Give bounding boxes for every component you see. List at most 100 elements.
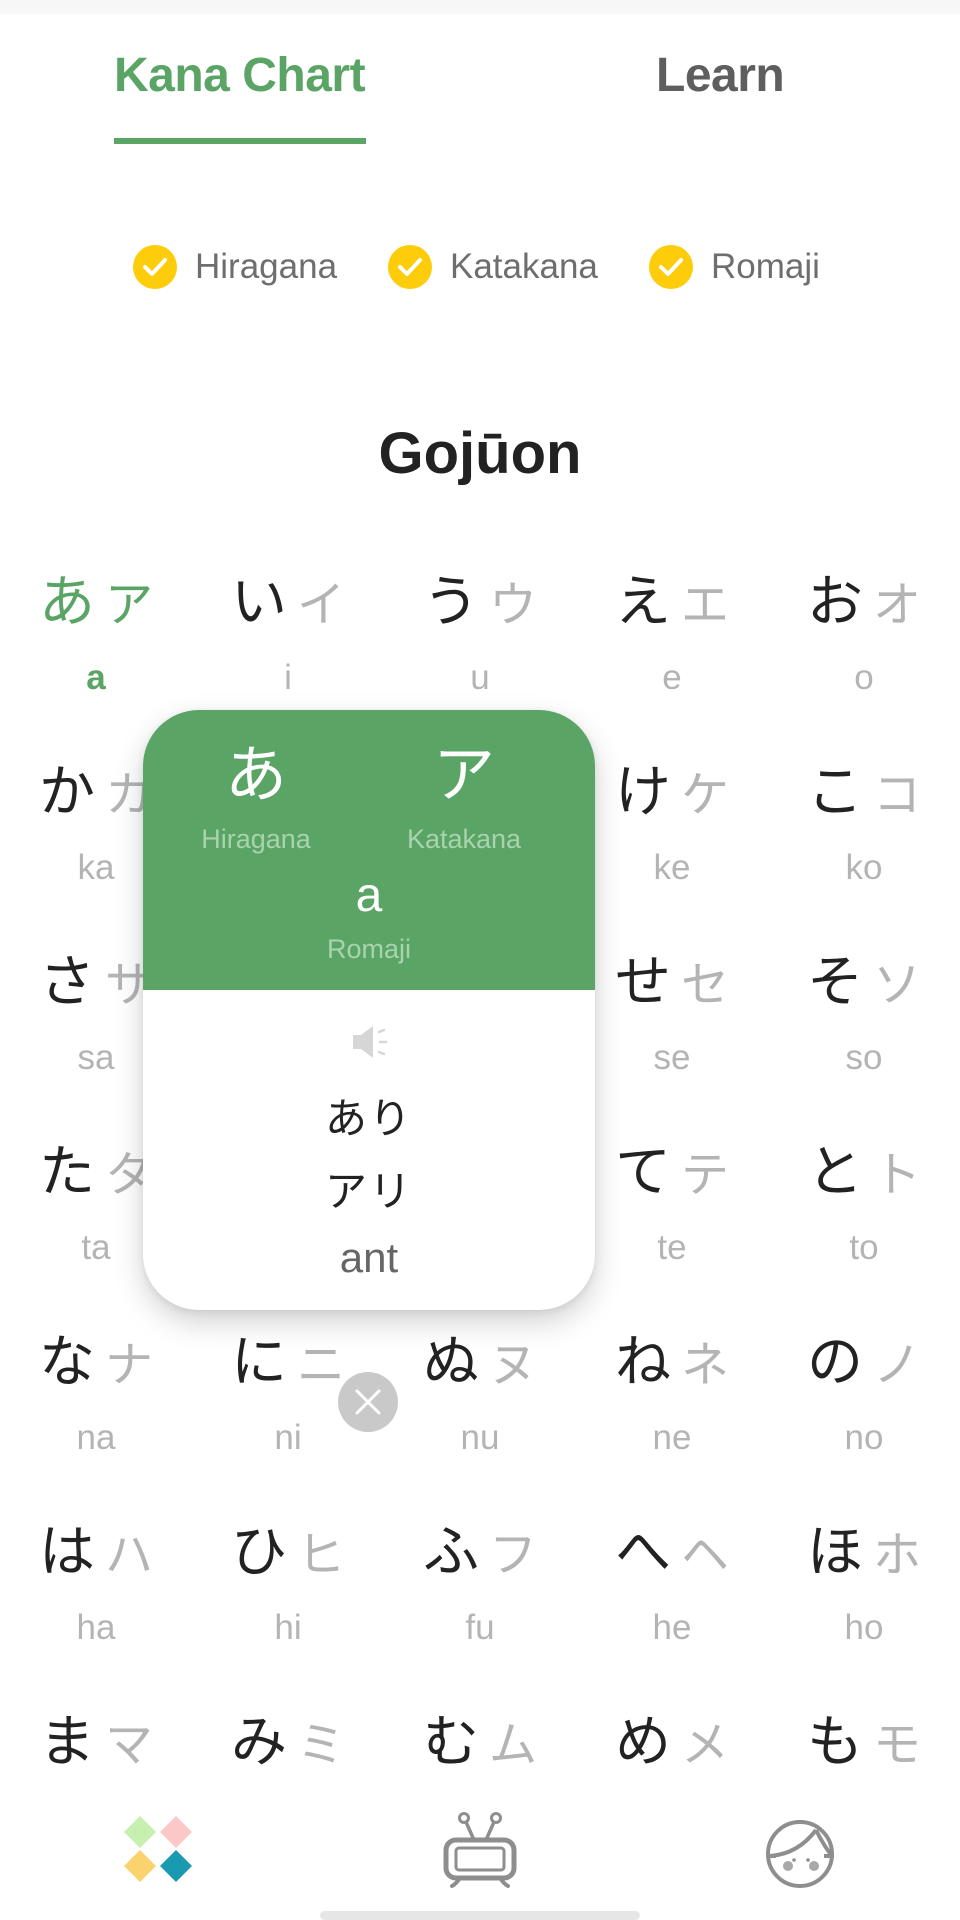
katakana-char: コ <box>872 767 921 823</box>
kana-pair: みミ <box>192 1710 384 1778</box>
katakana-char: ケ <box>680 767 729 823</box>
romaji-label: ha <box>76 1608 116 1647</box>
romaji-label: se <box>653 1038 691 1077</box>
kana-pair: ほホ <box>768 1520 960 1588</box>
kana-cell-e[interactable]: えエe <box>576 560 768 750</box>
speaker-icon[interactable] <box>349 1022 393 1062</box>
hiragana-char: こ <box>806 760 863 825</box>
katakana-char: ア <box>104 577 153 633</box>
kana-cell-to[interactable]: とト to <box>768 1130 960 1320</box>
kana-cell-hi[interactable]: ひヒ hi <box>192 1510 384 1700</box>
kana-cell-se[interactable]: せセ se <box>576 940 768 1130</box>
filter-hiragana[interactable]: Hiragana <box>133 244 337 290</box>
kana-cell-ne[interactable]: ねネ ne <box>576 1320 768 1510</box>
kana-pair: こコ <box>768 760 960 828</box>
katakana-char: モ <box>872 1717 921 1773</box>
romaji-label: nu <box>460 1418 500 1457</box>
katakana-char: ヒ <box>296 1527 345 1583</box>
katakana-char: エ <box>680 577 729 633</box>
hiragana-char: け <box>614 760 671 825</box>
section-title: Gojūon <box>378 421 582 486</box>
tab-learn[interactable]: Learn <box>656 48 785 103</box>
kana-cell-ho[interactable]: ほホ ho <box>768 1510 960 1700</box>
romaji-label: ho <box>844 1608 884 1647</box>
kana-pair: のノ <box>768 1330 960 1398</box>
tab-kana-chart[interactable]: Kana Chart <box>114 48 366 103</box>
romaji-label: no <box>844 1418 884 1457</box>
close-icon <box>355 1389 381 1415</box>
hiragana-char: い <box>230 570 287 635</box>
kana-pair: おオ <box>768 570 960 638</box>
kana-pair: ねネ <box>576 1330 768 1398</box>
hiragana-char: さ <box>38 950 95 1015</box>
romaji-label: u <box>470 658 490 697</box>
kana-cell-te[interactable]: てテ te <box>576 1130 768 1320</box>
example-word-meaning: ant <box>339 1234 399 1281</box>
tv-icon <box>443 1812 517 1888</box>
katakana-char: ハ <box>104 1527 153 1583</box>
hiragana-char: て <box>614 1140 671 1205</box>
hiragana-char: に <box>230 1330 287 1395</box>
katakana-char: ヘ <box>680 1527 729 1583</box>
katakana-char: ソ <box>872 957 921 1013</box>
nav-chart[interactable] <box>100 1790 220 1910</box>
romaji-label: ke <box>653 848 691 887</box>
katakana-char: ホ <box>872 1527 921 1583</box>
katakana-char: オ <box>872 577 921 633</box>
filter-label: Katakana <box>450 247 598 286</box>
filter-romaji[interactable]: Romaji <box>649 244 820 290</box>
romaji-label: fu <box>465 1608 495 1647</box>
popup-romaji-label: Romaji <box>326 934 412 964</box>
filter-katakana[interactable]: Katakana <box>388 244 598 290</box>
diamond-grid-icon <box>124 1816 192 1882</box>
kana-cell-so[interactable]: そソ so <box>768 940 960 1130</box>
kana-cell-nu[interactable]: ぬヌ nu <box>384 1320 576 1510</box>
close-popup-button[interactable] <box>338 1372 398 1432</box>
kana-cell-na[interactable]: なナ na <box>0 1320 192 1510</box>
bottom-nav <box>0 1790 960 1910</box>
kana-cell-no[interactable]: のノ no <box>768 1320 960 1510</box>
hiragana-char: へ <box>614 1520 671 1585</box>
active-tab-indicator <box>114 138 366 144</box>
kana-pair: いイ <box>192 570 384 638</box>
kana-pair: はハ <box>0 1520 192 1588</box>
kana-pair: むム <box>384 1710 576 1778</box>
romaji-label: o <box>854 658 874 697</box>
hiragana-char: お <box>806 570 863 635</box>
kana-pair: てテ <box>576 1140 768 1208</box>
katakana-char: ウ <box>488 577 537 633</box>
katakana-char: ノ <box>872 1337 921 1393</box>
hiragana-char: あ <box>38 570 95 635</box>
popup-katakana-label: Katakana <box>406 824 522 854</box>
hiragana-char: ま <box>38 1710 95 1775</box>
hiragana-char: の <box>806 1330 863 1395</box>
example-word-hiragana: あり <box>324 1094 413 1143</box>
popup-hiragana: あ <box>224 738 287 811</box>
kana-pair: まマ <box>0 1710 192 1778</box>
kana-pair: へヘ <box>576 1520 768 1588</box>
hiragana-char: か <box>38 760 95 825</box>
kana-pair: そソ <box>768 950 960 1018</box>
kana-cell-ko[interactable]: こコ ko <box>768 750 960 940</box>
hiragana-char: た <box>38 1140 95 1205</box>
checkmark-icon[interactable] <box>133 245 177 289</box>
kana-pair: めメ <box>576 1710 768 1778</box>
kana-cell-fu[interactable]: ふフ fu <box>384 1510 576 1700</box>
katakana-char: ム <box>488 1717 537 1773</box>
romaji-label: e <box>662 658 682 697</box>
romaji-label: so <box>845 1038 883 1077</box>
kana-cell-o[interactable]: おオo <box>768 560 960 750</box>
checkmark-icon[interactable] <box>649 245 693 289</box>
checkmark-icon[interactable] <box>388 245 432 289</box>
kana-cell-ke[interactable]: けケ ke <box>576 750 768 940</box>
kana-cell-he[interactable]: へヘ he <box>576 1510 768 1700</box>
katakana-char: イ <box>296 577 345 633</box>
katakana-char: テ <box>680 1147 729 1203</box>
kana-cell-ha[interactable]: はハ ha <box>0 1510 192 1700</box>
nav-profile[interactable] <box>740 1790 860 1910</box>
hiragana-char: な <box>38 1330 95 1395</box>
nav-tv[interactable] <box>420 1790 540 1910</box>
kana-pair: もモ <box>768 1710 960 1778</box>
kana-pair: ぬヌ <box>384 1330 576 1398</box>
home-indicator[interactable] <box>320 1911 640 1920</box>
